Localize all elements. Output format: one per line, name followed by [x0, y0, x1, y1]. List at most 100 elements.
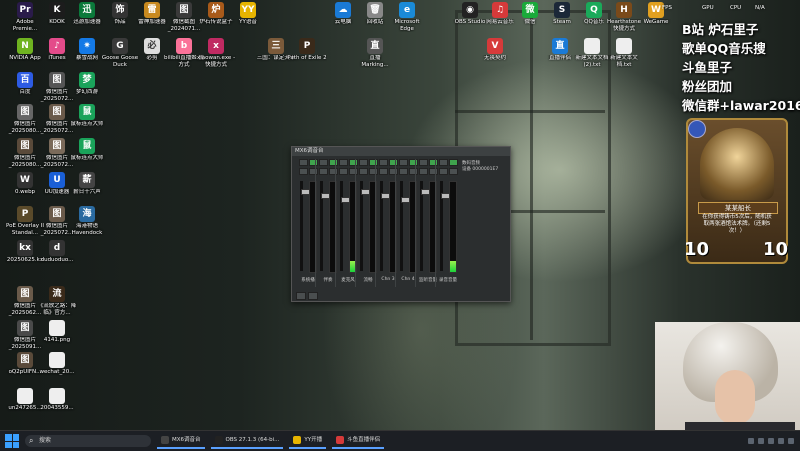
desktop-icon-image: 图 [17, 320, 33, 336]
desktop-icon[interactable]: x xiaowan.exe - 快捷方式 [196, 38, 236, 68]
channel-solo-button[interactable] [438, 168, 448, 175]
channel-monitor-button[interactable] [448, 168, 458, 175]
channel-divider [395, 159, 396, 287]
taskbar-app-label: 斗鱼直播伴侣 [347, 437, 381, 443]
desktop-icon-image: Q [586, 2, 602, 18]
desktop-icon[interactable]: 鼠鼠标连点大师 [67, 138, 107, 162]
desktop-icon-label: Microsoft Edge [394, 19, 420, 32]
desktop-icon-image: N [17, 38, 33, 54]
desktop-icon[interactable]: 海海港物语 Havendock [67, 206, 107, 236]
tray-icon[interactable] [788, 438, 794, 444]
wallpaper-mullion [530, 10, 533, 340]
channel-mute-button[interactable] [378, 159, 388, 166]
channel-mute-button[interactable] [318, 159, 328, 166]
channel-fader-track [300, 181, 312, 271]
desktop-icon-image: kx [17, 240, 33, 256]
desktop-icon-image: 鼠 [79, 104, 95, 120]
channel-solo-button[interactable] [318, 168, 328, 175]
desktop-icon[interactable]: 流《流放之路：降临》官方... [37, 286, 77, 316]
desktop-icon[interactable]: d duduoduo... [37, 240, 77, 264]
channel-mute-button[interactable] [438, 159, 448, 166]
taskbar-app-button[interactable]: 斗鱼直播伴侣 [332, 433, 385, 449]
desktop-icon-image: 图 [17, 138, 33, 154]
tray-icon[interactable] [768, 438, 774, 444]
channel-buttons [436, 159, 460, 166]
channel-mute-button[interactable] [358, 159, 368, 166]
desktop-icon[interactable]: wechat_20... [37, 352, 77, 376]
desktop-icon[interactable]: YY YY语音 [228, 2, 268, 26]
desktop-icon-image: 雷 [144, 2, 160, 18]
desktop-icon-label: YY语音 [239, 19, 257, 25]
desktop-icon[interactable]: V 无畏契约 [475, 38, 515, 62]
app-icon [293, 436, 302, 444]
desktop-icon-label: 梦幻西游 [75, 89, 98, 95]
taskbar-app-button[interactable]: OBS 27.1.3 (64-bi... [210, 433, 284, 449]
desktop-icon-label: 海港物语 Havendock [71, 223, 103, 236]
desktop-icon-image: 梦 [79, 72, 95, 88]
taskbar-app-label: YY开播 [304, 437, 323, 443]
desktop-icon[interactable]: 梦梦幻西游 [67, 72, 107, 96]
tray-icon[interactable] [778, 438, 784, 444]
channel-mute-button[interactable] [398, 159, 408, 166]
mixer-channels: 系统播 伴奏 麦克风 流畅 Chn 3 Chn 4 监听音量 录音音量 [296, 159, 506, 287]
channel-divider [375, 159, 376, 287]
desktop-icon[interactable]: 鼠鼠标连点大师 [67, 104, 107, 128]
network-readout: N/A [755, 5, 765, 11]
desktop-icon-image: 图 [17, 286, 33, 302]
desktop-icon-image: e [399, 2, 415, 18]
mixer-info-line2: 设备 0000001E7 [462, 167, 499, 172]
desktop-icon-image: Pr [17, 2, 33, 18]
channel-fader-track [420, 181, 432, 271]
channel-mute-button[interactable] [338, 159, 348, 166]
taskbar-app-button[interactable]: YY开播 [289, 433, 327, 449]
channel-divider [435, 159, 436, 287]
desktop-icon[interactable]: 20043559... [37, 388, 77, 412]
mixer-titlebar[interactable]: MX6调音台 [292, 147, 510, 156]
channel-solo-button[interactable] [298, 168, 308, 175]
channel-solo-button[interactable] [378, 168, 388, 175]
channel-solo-button[interactable] [338, 168, 348, 175]
desktop-icon[interactable]: 4141.png [37, 320, 77, 344]
channel-solo-button[interactable] [398, 168, 408, 175]
desktop-icon-image: K [49, 2, 65, 18]
taskbar-search-input[interactable]: 搜索 [25, 435, 151, 447]
desktop-icon-label: 鼠标连点大师 [70, 121, 104, 127]
desktop-icon[interactable]: 新建文本文档.txt [604, 38, 644, 68]
desktop-icon-label: xiaowan.exe - 快捷方式 [196, 55, 236, 68]
system-tray [748, 438, 794, 444]
mixer-device-info: 数码音频 设备 0000001E7 [462, 161, 498, 173]
desktop-icon-image [49, 352, 65, 368]
tray-icon[interactable] [758, 438, 764, 444]
channel-solo-button[interactable] [418, 168, 428, 175]
stream-overlay-text: B站 炉石里子 歌单QQ音乐搜 斗鱼里子 粉丝团加 微信群+lawar2016 [682, 20, 800, 115]
desktop-icon-image: 海 [79, 206, 95, 222]
windows-start-icon[interactable] [5, 434, 19, 448]
card-name: 某某船长 [698, 202, 778, 214]
channel-fader-track [400, 181, 412, 271]
desktop-icon-image: 图 [49, 72, 65, 88]
channel-mute-button[interactable] [418, 159, 428, 166]
tray-icon[interactable] [748, 438, 754, 444]
desktop-icon-label: 新建文本文档.txt [610, 55, 638, 68]
desktop-icon[interactable]: e Microsoft Edge [387, 2, 427, 32]
mixer-settings-button[interactable] [296, 292, 306, 300]
gpu-readout: GPU [702, 5, 714, 11]
desktop-icon-image: ♫ [492, 2, 508, 18]
channel-enable-button[interactable] [448, 159, 458, 166]
desktop-icon-image: S [554, 2, 570, 18]
app-icon [336, 436, 345, 444]
desktop-icon-image: 微 [522, 2, 538, 18]
mixer-window[interactable]: MX6调音台 系统播 伴奏 麦克风 流畅 Chn 3 Chn 4 监听音量 录音音量 数码音频… [291, 146, 511, 302]
mixer-minimize-button[interactable] [308, 292, 318, 300]
channel-solo-button[interactable] [358, 168, 368, 175]
desktop-icon[interactable]: 直直播 Marking... [355, 38, 395, 68]
taskbar-app-button[interactable]: MX6调音台 [157, 433, 205, 449]
desktop-icon[interactable]: P Path of Exile 2 [287, 38, 327, 62]
desktop-icon-image: W [17, 172, 33, 188]
app-icon [214, 436, 223, 444]
desktop-icon-image: V [487, 38, 503, 54]
hearthstone-card: 某某船长 在你获得铸币5次后，随机获取两张酒馆法术牌。（还剩5次！） 10 10 [684, 118, 788, 264]
channel-mute-button[interactable] [298, 159, 308, 166]
channel-level-meter [449, 181, 457, 273]
desktop-icon[interactable]: 薪薪日十六声 [67, 172, 107, 196]
